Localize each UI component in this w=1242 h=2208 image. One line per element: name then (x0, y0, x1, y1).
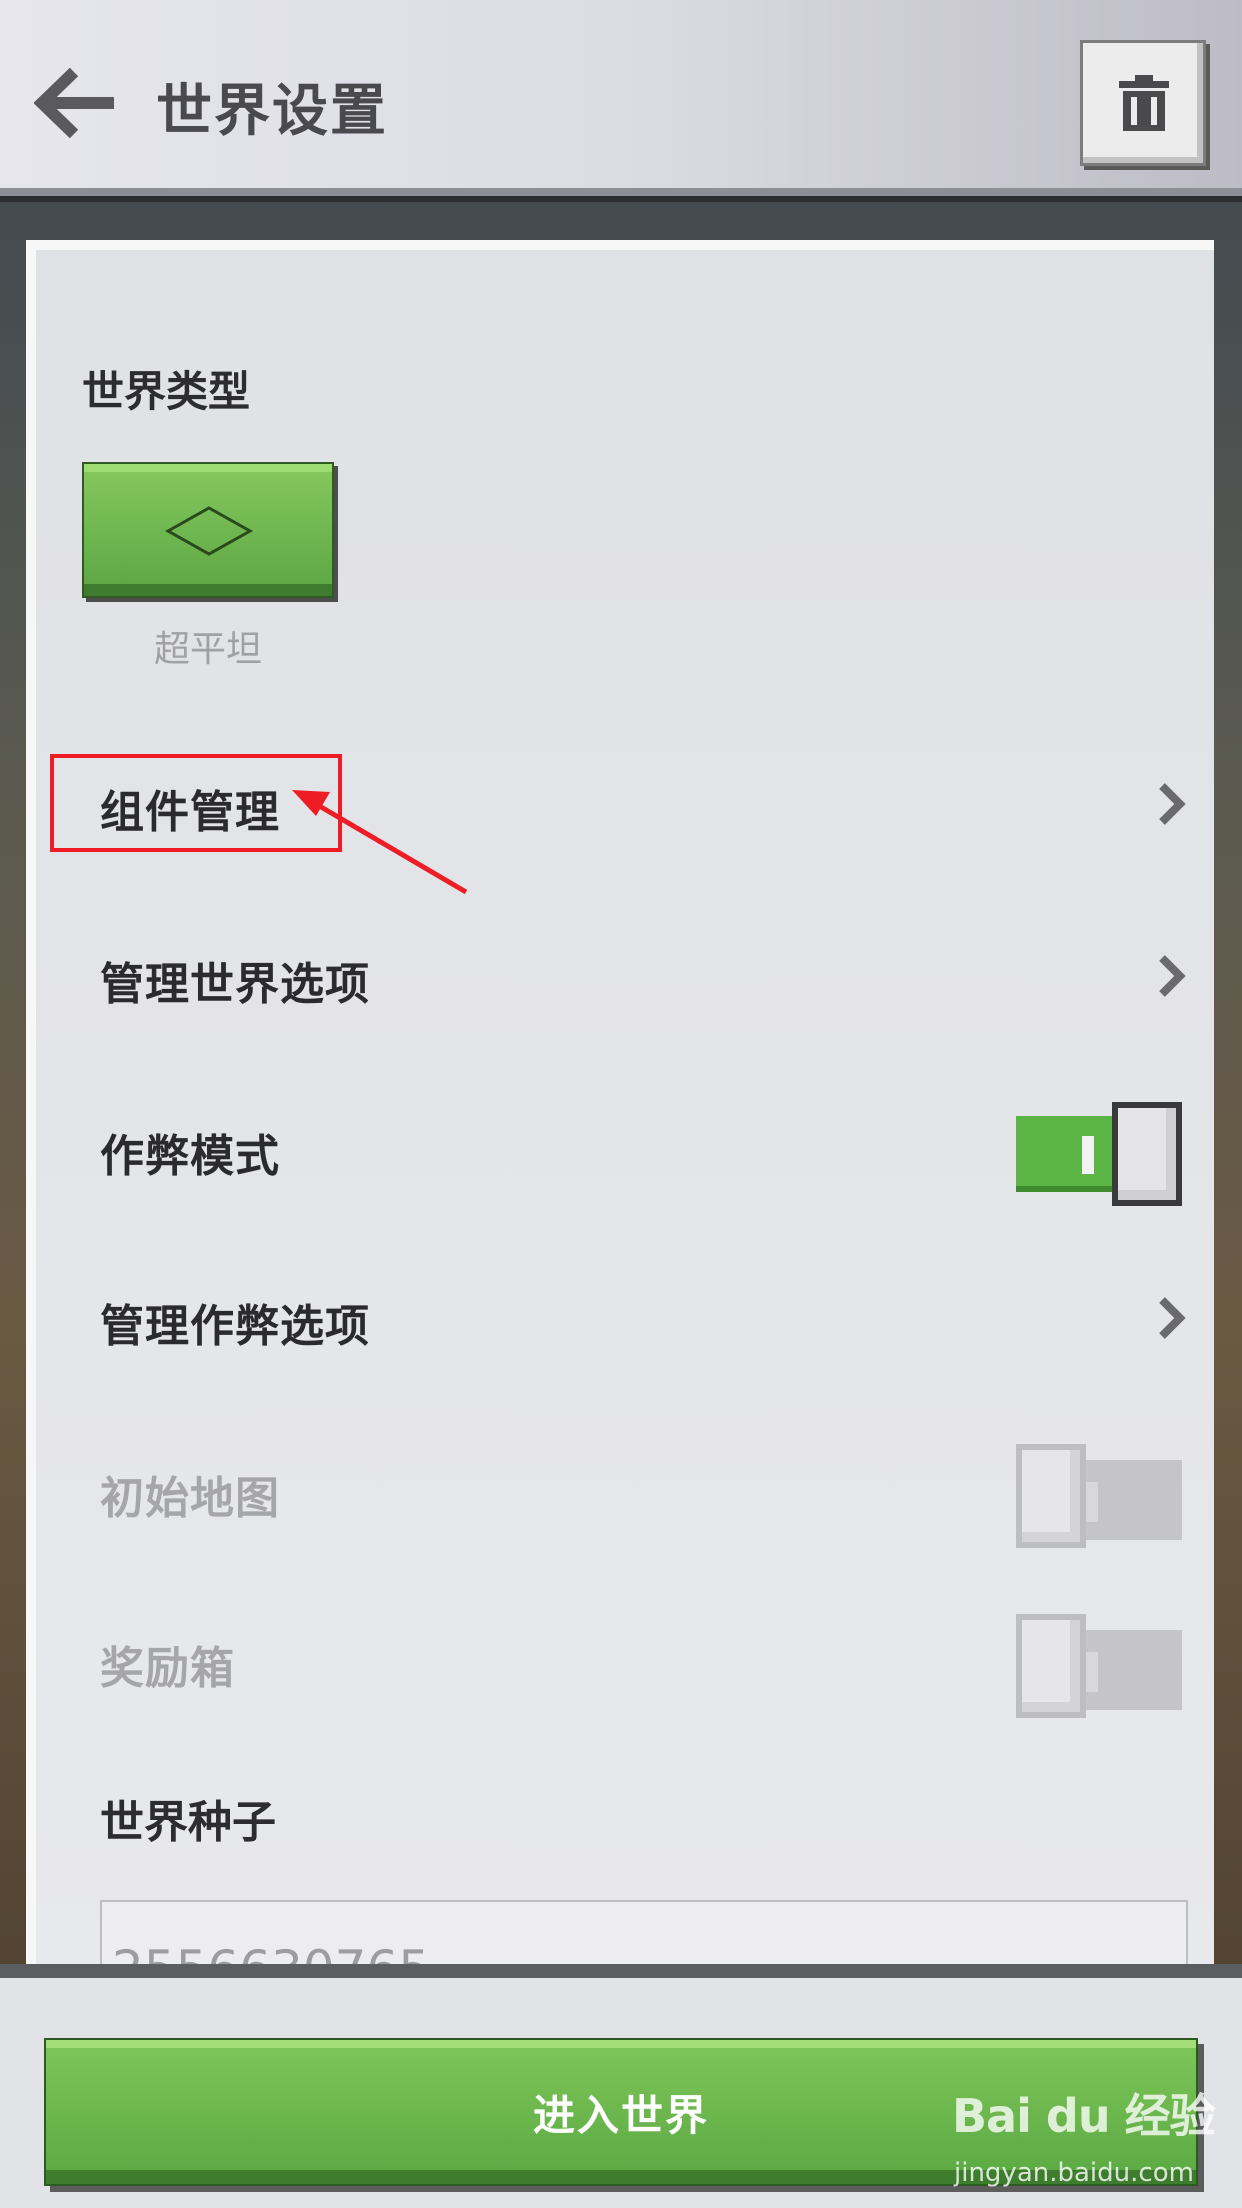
toggle-knob (1112, 1102, 1182, 1206)
chevron-right-icon (1159, 783, 1186, 825)
starting-map-toggle[interactable] (1016, 1444, 1182, 1548)
world-type-label: 超平坦 (153, 629, 262, 670)
world-seed-heading: 世界种子 (100, 1797, 276, 1848)
chevron-right-icon (1159, 955, 1186, 997)
world-type-flat-button[interactable] (82, 462, 334, 598)
page-title: 世界设置 (156, 79, 388, 144)
delete-world-button[interactable] (1080, 40, 1206, 166)
cheats-row: 作弊模式 (66, 1092, 1196, 1206)
arrow-left-icon (33, 67, 114, 139)
starting-map-row: 初始地图 (66, 1434, 1196, 1548)
settings-panel: 世界类型 超平坦 组件管理 管理世界选项 作弊模式 管理作弊选项 初始地图 奖励… (26, 240, 1214, 1980)
flat-world-icon (164, 506, 254, 556)
watermark-url: jingyan.baidu.com (954, 2158, 1194, 2188)
world-options-label: 管理世界选项 (100, 959, 370, 1010)
baidu-watermark: Bai du 经验 jingyan.baidu.com (952, 2080, 1232, 2190)
bonus-chest-row: 奖励箱 (66, 1604, 1196, 1718)
trash-icon (1119, 75, 1169, 131)
annotation-highlight-box (50, 754, 342, 852)
world-options-row[interactable]: 管理世界选项 (66, 920, 1196, 1030)
bonus-chest-toggle[interactable] (1016, 1614, 1182, 1718)
toggle-track (1016, 1116, 1126, 1192)
chevron-right-icon (1159, 1297, 1186, 1339)
top-bar: 世界设置 (0, 0, 1242, 202)
bonus-chest-label: 奖励箱 (100, 1643, 235, 1694)
cheats-label: 作弊模式 (100, 1131, 280, 1182)
toggle-knob (1016, 1614, 1086, 1718)
back-button[interactable] (33, 66, 120, 140)
toggle-knob (1016, 1444, 1086, 1548)
cheats-toggle[interactable] (1016, 1102, 1182, 1206)
world-type-heading: 世界类型 (82, 367, 251, 416)
starting-map-label: 初始地图 (100, 1473, 280, 1524)
cheat-options-label: 管理作弊选项 (100, 1301, 370, 1352)
watermark-logo: Bai du 经验 (952, 2089, 1216, 2143)
cheat-options-row[interactable]: 管理作弊选项 (66, 1262, 1196, 1372)
